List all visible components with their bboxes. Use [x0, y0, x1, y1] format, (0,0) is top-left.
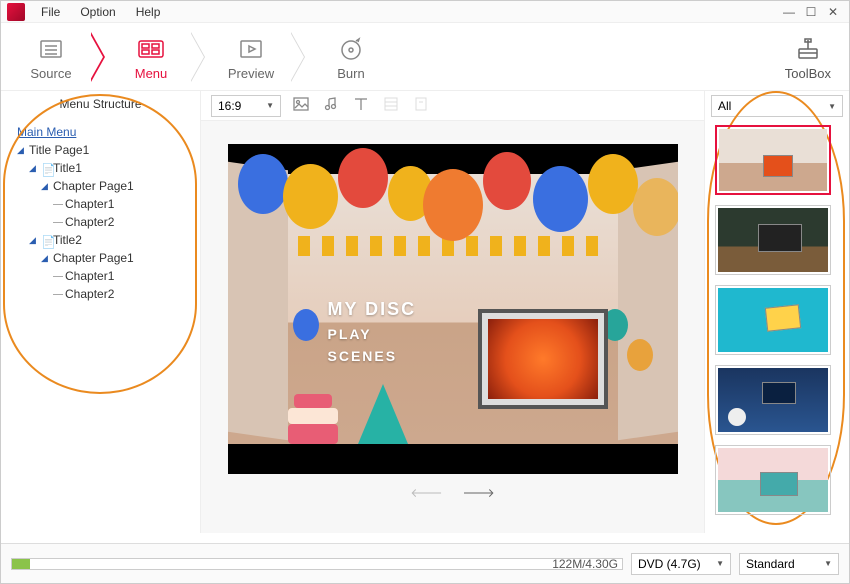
- tree-label: Title1: [53, 161, 82, 175]
- add-music-button[interactable]: [323, 96, 339, 115]
- add-text-button[interactable]: [353, 96, 369, 115]
- tree-node[interactable]: Chapter1: [5, 267, 196, 285]
- tree-label: Title Page1: [29, 143, 89, 157]
- page-icon: 📄: [41, 235, 51, 245]
- toolbox-icon: [785, 32, 831, 66]
- tree-label: Chapter1: [53, 269, 114, 283]
- chevron-down-icon: ▼: [824, 559, 832, 568]
- chevron-down-icon: ▼: [716, 559, 724, 568]
- tree-label: Chapter Page1: [53, 251, 134, 265]
- chevron-down-icon: ▼: [828, 102, 836, 111]
- expand-caret-icon: ◢: [41, 181, 51, 192]
- tree-label: Main Menu: [17, 125, 76, 139]
- chevron-down-icon: ▼: [266, 101, 274, 110]
- sidebar-title: Menu Structure: [1, 91, 200, 117]
- tree-node[interactable]: Chapter2: [5, 213, 196, 231]
- video-thumbnail-frame[interactable]: [478, 309, 608, 409]
- menu-help[interactable]: Help: [126, 5, 171, 19]
- burn-icon: [311, 32, 391, 66]
- page-icon: 📄: [41, 163, 51, 173]
- template-thumb[interactable]: [715, 205, 831, 275]
- expand-caret-icon: ◢: [17, 145, 27, 156]
- source-icon: [11, 32, 91, 66]
- grid-button[interactable]: [383, 96, 399, 115]
- template-thumb[interactable]: [715, 285, 831, 355]
- tree-label: Chapter2: [53, 215, 114, 229]
- add-image-button[interactable]: [293, 96, 309, 115]
- expand-caret-icon: ◢: [29, 235, 39, 246]
- chapter-button[interactable]: [413, 96, 429, 115]
- tree-label: Title2: [53, 233, 82, 247]
- tree-node[interactable]: ◢📄Title2: [5, 231, 196, 249]
- minimize-button[interactable]: —: [781, 5, 797, 19]
- template-thumb[interactable]: [715, 365, 831, 435]
- template-thumb[interactable]: [715, 125, 831, 195]
- prev-page-button[interactable]: 🡐: [410, 485, 442, 500]
- tree-node[interactable]: ◢Chapter Page1: [5, 177, 196, 195]
- used-size: 122M: [552, 557, 582, 571]
- disc-scenes-text[interactable]: SCENES: [328, 348, 417, 364]
- tree-node[interactable]: ◢Title Page1: [5, 141, 196, 159]
- step-burn[interactable]: Burn: [311, 32, 391, 81]
- tree-node[interactable]: Chapter2: [5, 285, 196, 303]
- tree-label: Chapter1: [53, 197, 114, 211]
- preview-icon: [211, 32, 291, 66]
- menu-file[interactable]: File: [31, 5, 70, 19]
- toolbox-button[interactable]: ToolBox: [785, 32, 839, 81]
- tree-label: Chapter2: [53, 287, 114, 301]
- disc-type-select[interactable]: DVD (4.7G)▼: [631, 553, 731, 575]
- template-thumb[interactable]: [715, 445, 831, 515]
- step-preview[interactable]: Preview: [211, 32, 291, 81]
- expand-caret-icon: ◢: [41, 253, 51, 264]
- tree-node[interactable]: Main Menu: [5, 123, 196, 141]
- tree-node[interactable]: Chapter1: [5, 195, 196, 213]
- tree-node[interactable]: ◢Chapter Page1: [5, 249, 196, 267]
- menu-icon: [111, 32, 191, 66]
- step-menu[interactable]: Menu: [111, 32, 191, 81]
- disc-usage-bar: 122M/4.30G: [11, 558, 623, 570]
- template-filter-select[interactable]: All▼: [711, 95, 843, 117]
- tree-label: Chapter Page1: [53, 179, 134, 193]
- step-source[interactable]: Source: [11, 32, 91, 81]
- tree-node[interactable]: ◢📄Title1: [5, 159, 196, 177]
- disc-title-text[interactable]: MY DISC: [328, 299, 417, 320]
- close-button[interactable]: ✕: [825, 5, 841, 19]
- menu-option[interactable]: Option: [70, 5, 125, 19]
- quality-select[interactable]: Standard▼: [739, 553, 839, 575]
- disc-play-text[interactable]: PLAY: [328, 326, 417, 342]
- total-size: 4.30G: [585, 557, 618, 571]
- menu-preview-canvas[interactable]: MY DISC PLAY SCENES: [228, 144, 678, 474]
- expand-caret-icon: ◢: [29, 163, 39, 174]
- maximize-button[interactable]: ☐: [803, 5, 819, 19]
- next-page-button[interactable]: 🡒: [463, 485, 495, 500]
- aspect-ratio-select[interactable]: 16:9▼: [211, 95, 281, 117]
- app-logo: [7, 3, 25, 21]
